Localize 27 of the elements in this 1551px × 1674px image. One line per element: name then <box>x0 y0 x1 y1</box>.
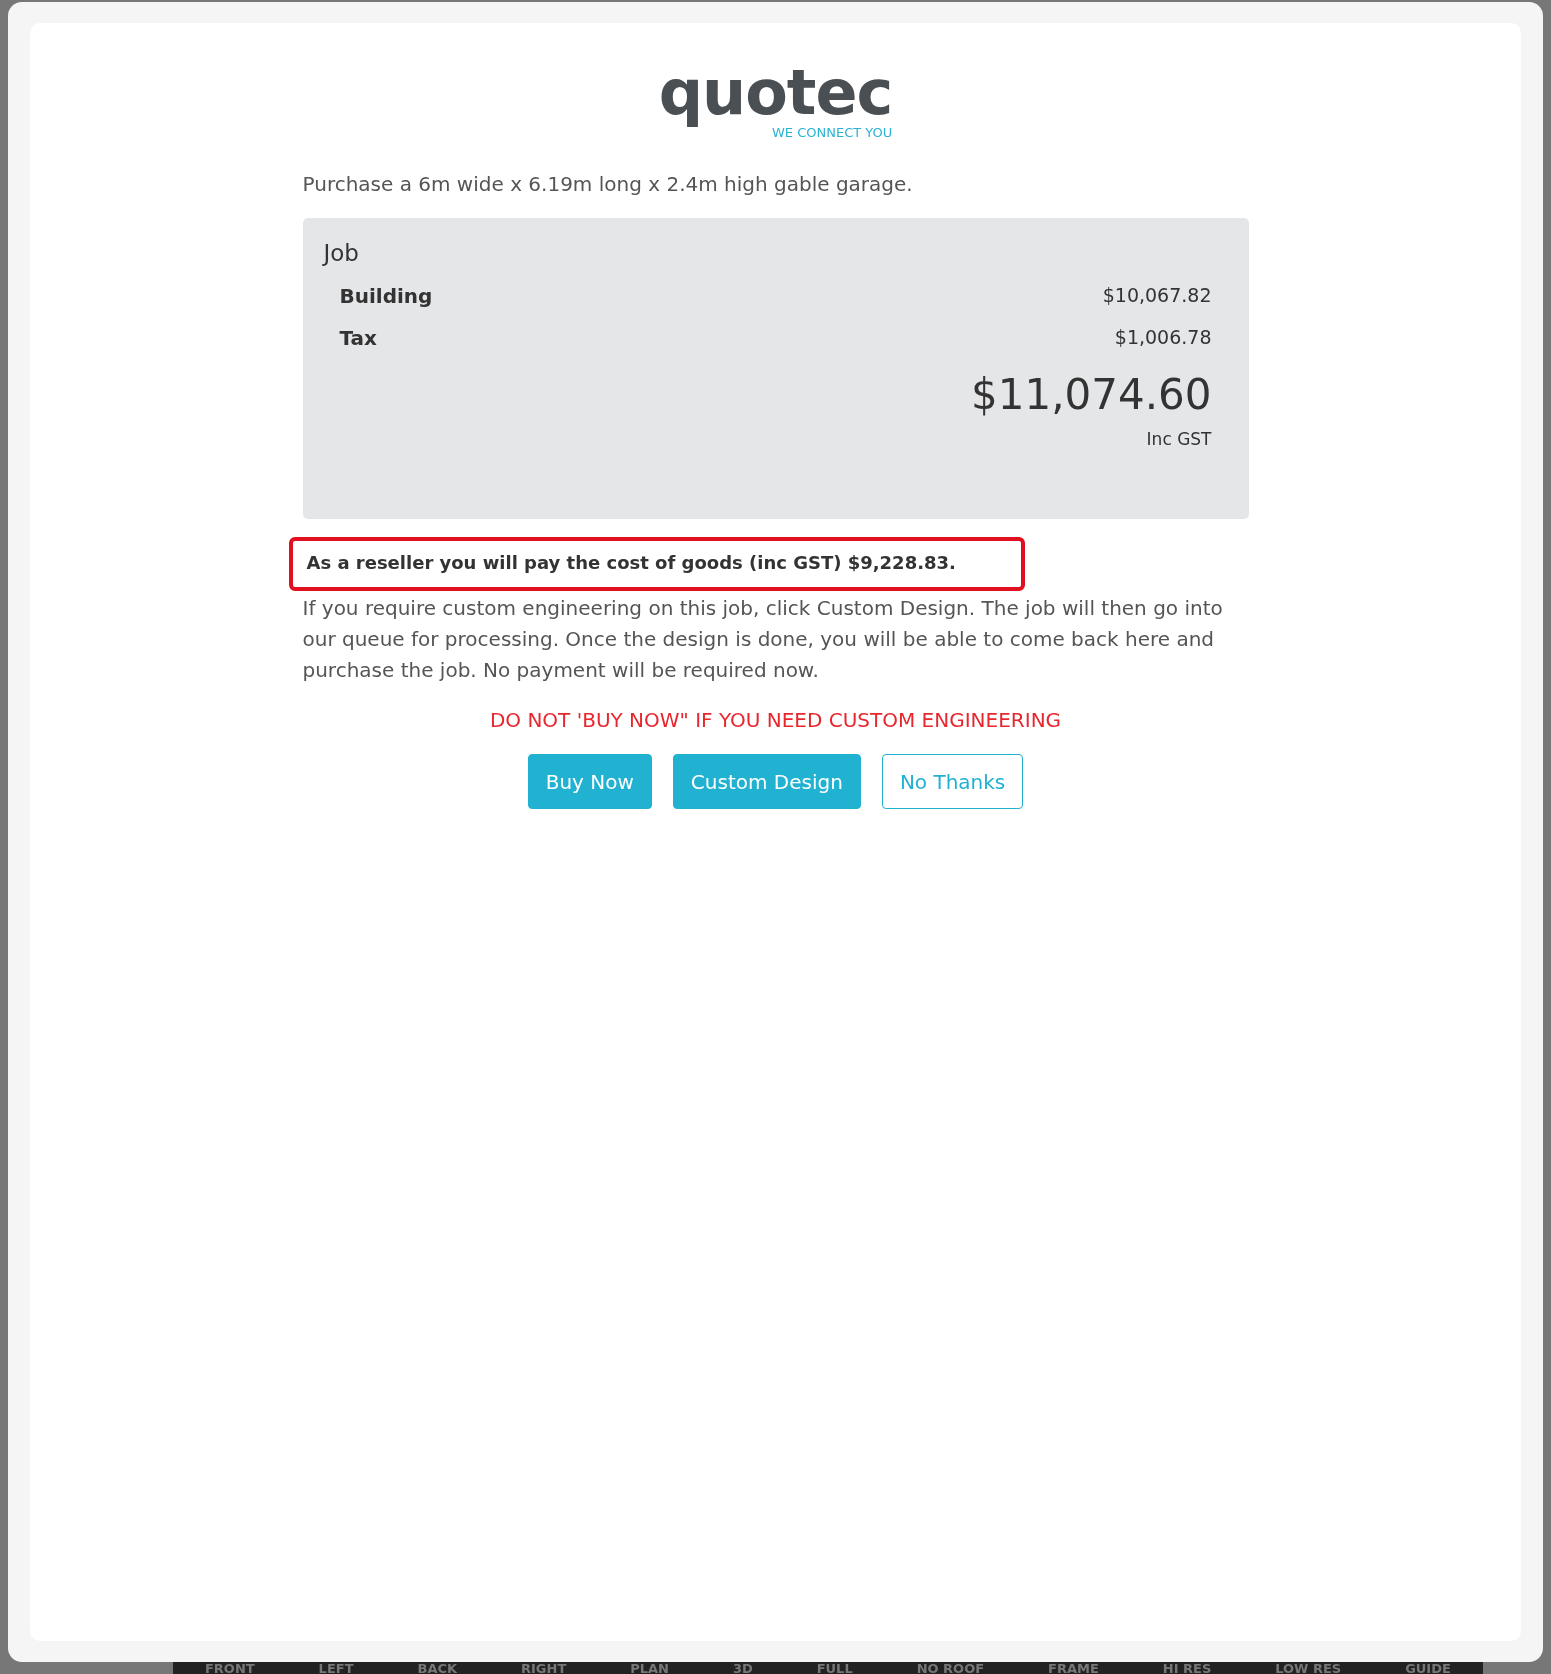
warning-text: DO NOT 'BUY NOW" IF YOU NEED CUSTOM ENGINEERING <box>488 708 1063 732</box>
action-button[interactable]: No Thanks <box>881 754 1024 809</box>
view-tab[interactable]: RIGHT <box>521 1662 567 1674</box>
job-title: Job <box>323 240 360 266</box>
logo-tagline: WE CONNECT YOU <box>771 125 893 140</box>
view-tab[interactable]: BACK <box>417 1662 458 1674</box>
reseller-note: As a reseller you will pay the cost of goods (inc GST) $9,228.83. <box>288 537 1025 591</box>
total-note: Inc GST <box>1146 429 1212 449</box>
total-price: $11,074.60 <box>971 370 1212 419</box>
view-tab[interactable]: LEFT <box>318 1662 354 1674</box>
view-tab[interactable]: GUIDE <box>1405 1662 1451 1674</box>
action-button[interactable]: Custom Design <box>672 754 861 809</box>
view-tab[interactable]: 3D <box>732 1662 753 1674</box>
line-label: Building <box>339 284 433 308</box>
view-tab[interactable]: HI RES <box>1162 1662 1212 1674</box>
info-paragraph: If you require custom engineering on this job, click Custom Design. The job will then go into our queue for processing. Once the design is done, you will be able to come back here and purchase the job. No payment will be required now. <box>302 595 1224 684</box>
view-tab[interactable]: LOW RES <box>1275 1662 1342 1674</box>
line-amount: $1,006.78 <box>1114 326 1212 350</box>
view-tab[interactable]: FULL <box>816 1662 853 1674</box>
view-tab[interactable]: FRAME <box>1048 1662 1099 1674</box>
intro-text: Purchase a 6m wide x 6.19m long x 2.4m high gable garage. <box>302 172 914 196</box>
action-button[interactable]: Buy Now <box>527 754 652 809</box>
view-tab[interactable]: FRONT <box>204 1662 255 1674</box>
line-label: Tax <box>339 326 377 350</box>
view-tab[interactable]: PLAN <box>630 1662 669 1674</box>
view-tab[interactable]: NO ROOF <box>916 1662 985 1674</box>
line-amount: $10,067.82 <box>1102 284 1212 308</box>
